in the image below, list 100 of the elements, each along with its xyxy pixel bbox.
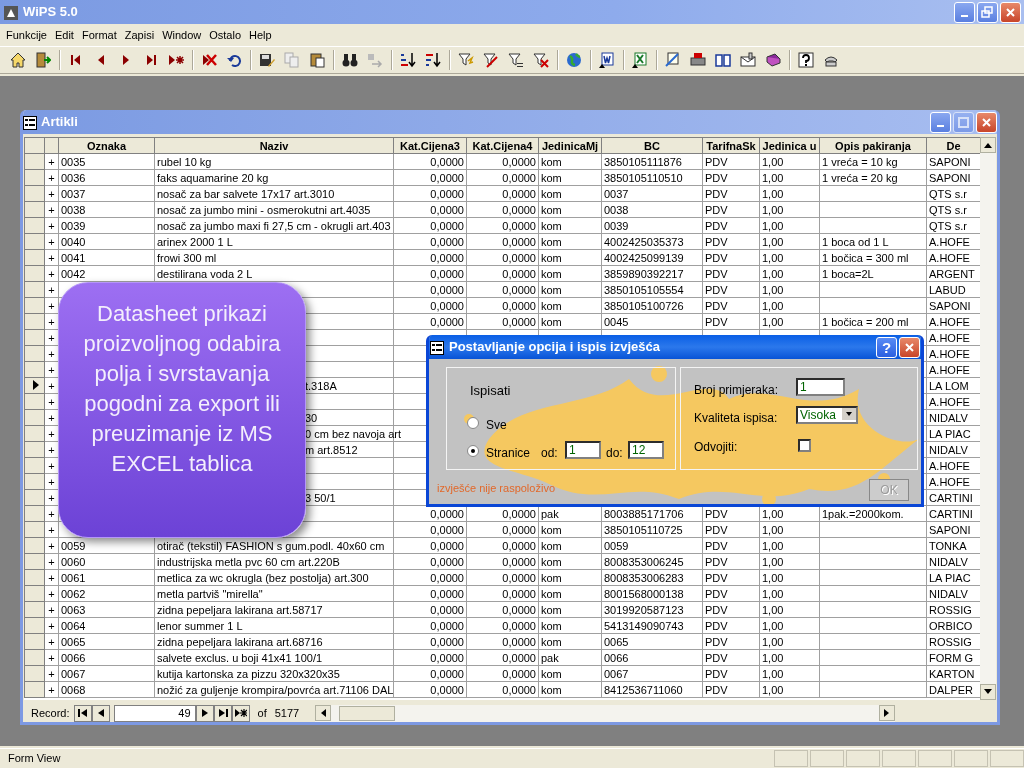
- filter-list-icon[interactable]: [507, 52, 524, 68]
- radio-button[interactable]: [467, 445, 479, 457]
- minimize-button[interactable]: [930, 111, 951, 133]
- input-field[interactable]: 1: [796, 378, 845, 396]
- scrollbar-thumb[interactable]: [339, 705, 396, 721]
- menu-item[interactable]: Zapisi: [120, 26, 159, 44]
- column-header[interactable]: JedinicaMj: [538, 137, 602, 154]
- save-icon[interactable]: [258, 52, 275, 68]
- table-cell: 0,0000: [393, 265, 467, 282]
- first-record-button[interactable]: [73, 704, 92, 722]
- printer-icon[interactable]: [689, 52, 706, 68]
- scroll-left-icon[interactable]: [320, 709, 327, 717]
- minimize-button[interactable]: [954, 1, 975, 23]
- table-cell: kom: [538, 665, 602, 682]
- table-cell: PDV: [702, 217, 760, 234]
- menu-item[interactable]: Help: [245, 26, 276, 44]
- menu-item[interactable]: Window: [158, 26, 206, 44]
- select-field[interactable]: Visoka: [796, 406, 858, 424]
- restore-icon: [981, 5, 994, 19]
- vertical-scrollbar[interactable]: [980, 137, 996, 700]
- envelope-icon[interactable]: [739, 52, 756, 68]
- radio-button[interactable]: [467, 417, 479, 429]
- table-cell: 3019920587123: [601, 601, 703, 618]
- close-button[interactable]: [1000, 1, 1021, 23]
- book-icon[interactable]: [714, 52, 731, 68]
- column-header[interactable]: De: [926, 137, 980, 154]
- home-icon[interactable]: [9, 52, 26, 68]
- status-message: izvješće nije raspoloživo: [437, 481, 555, 496]
- column-header[interactable]: BC: [601, 137, 703, 154]
- table-cell: PDV: [702, 585, 760, 602]
- table-cell: frowi 300 ml: [154, 249, 394, 266]
- filter-remove-icon[interactable]: [532, 52, 549, 68]
- status-pane: [954, 750, 988, 767]
- table-cell: 4002425035373: [601, 233, 703, 250]
- input-field[interactable]: 1: [565, 441, 601, 459]
- paste-icon[interactable]: [308, 52, 325, 68]
- table-cell: 0,0000: [466, 185, 539, 202]
- column-header[interactable]: TarifnaSk: [702, 137, 760, 154]
- document-icon[interactable]: [598, 52, 615, 68]
- table-cell: PDV: [702, 633, 760, 650]
- table-cell: 0,0000: [393, 249, 467, 266]
- table-cell: industrijska metla pvc 60 cm art.220B: [154, 553, 394, 570]
- help-icon[interactable]: [797, 52, 814, 68]
- column-header[interactable]: Jedinica u: [759, 137, 820, 154]
- field-label: Odvojiti:: [694, 439, 738, 456]
- next-record-button[interactable]: [195, 704, 214, 722]
- column-header[interactable]: Opis pakiranja: [819, 137, 927, 154]
- close-button[interactable]: [899, 336, 920, 358]
- new-record-button[interactable]: [231, 704, 250, 722]
- checkbox[interactable]: [798, 439, 811, 452]
- field-label: Kvaliteta ispisa:: [694, 410, 778, 427]
- table-cell: kom: [538, 265, 602, 282]
- new-record-icon[interactable]: [167, 52, 184, 68]
- sort-ascending-icon[interactable]: [399, 52, 416, 68]
- delete-record-icon[interactable]: [200, 52, 217, 68]
- table-cell: PDV: [702, 249, 760, 266]
- column-header[interactable]: Naziv: [154, 137, 394, 154]
- menu-item[interactable]: Edit: [50, 26, 78, 44]
- table-cell: 0,0000: [393, 585, 467, 602]
- record-number-field[interactable]: 49: [113, 704, 196, 722]
- table-cell: PDV: [702, 153, 760, 170]
- spreadsheet-icon[interactable]: [631, 52, 648, 68]
- filter-edit-icon[interactable]: [482, 52, 499, 68]
- table-cell: 1,00: [759, 633, 820, 650]
- table-cell: PDV: [702, 281, 760, 298]
- first-record-icon: [76, 708, 89, 718]
- scroll-up-icon[interactable]: [984, 142, 992, 148]
- table-cell: 1,00: [759, 185, 820, 202]
- status-pane: [990, 750, 1024, 767]
- record-of-label: of: [257, 705, 267, 721]
- table-cell: kom: [538, 297, 602, 314]
- menu-item[interactable]: Funkcije: [2, 26, 51, 44]
- column-header[interactable]: Oznaka: [58, 137, 155, 154]
- table-cell: 8008353006245: [601, 553, 703, 570]
- sort-descending-icon[interactable]: [424, 52, 441, 68]
- scroll-right-icon[interactable]: [884, 709, 891, 717]
- restore-button[interactable]: [977, 1, 998, 23]
- column-header[interactable]: Kat.Cijena3: [393, 137, 467, 154]
- table-cell: 1,00: [759, 617, 820, 634]
- table-cell: 0,0000: [393, 553, 467, 570]
- help-button[interactable]: ?: [876, 336, 897, 358]
- table-cell: nosač za jumbo mini - osmerokutni art.4035: [154, 201, 394, 218]
- globe-icon[interactable]: [565, 52, 582, 68]
- close-button[interactable]: [976, 111, 997, 133]
- previous-record-button[interactable]: [91, 704, 110, 722]
- last-record-button[interactable]: [213, 704, 232, 722]
- exit-door-icon[interactable]: [34, 52, 51, 68]
- table-cell: 1,00: [759, 521, 820, 538]
- table-cell: kom: [538, 553, 602, 570]
- menu-item[interactable]: Format: [77, 26, 121, 44]
- column-header[interactable]: Kat.Cijena4: [466, 137, 539, 154]
- table-cell: 0066: [601, 649, 703, 666]
- filter-icon[interactable]: [457, 52, 474, 68]
- scroll-down-icon[interactable]: [984, 689, 992, 695]
- horizontal-scrollbar[interactable]: [315, 704, 896, 722]
- table-cell: 0064: [58, 617, 155, 634]
- undo-icon[interactable]: [225, 52, 242, 68]
- input-field[interactable]: 12: [628, 441, 664, 459]
- binoculars-icon[interactable]: [341, 52, 358, 68]
- menu-item[interactable]: Ostalo: [205, 26, 246, 44]
